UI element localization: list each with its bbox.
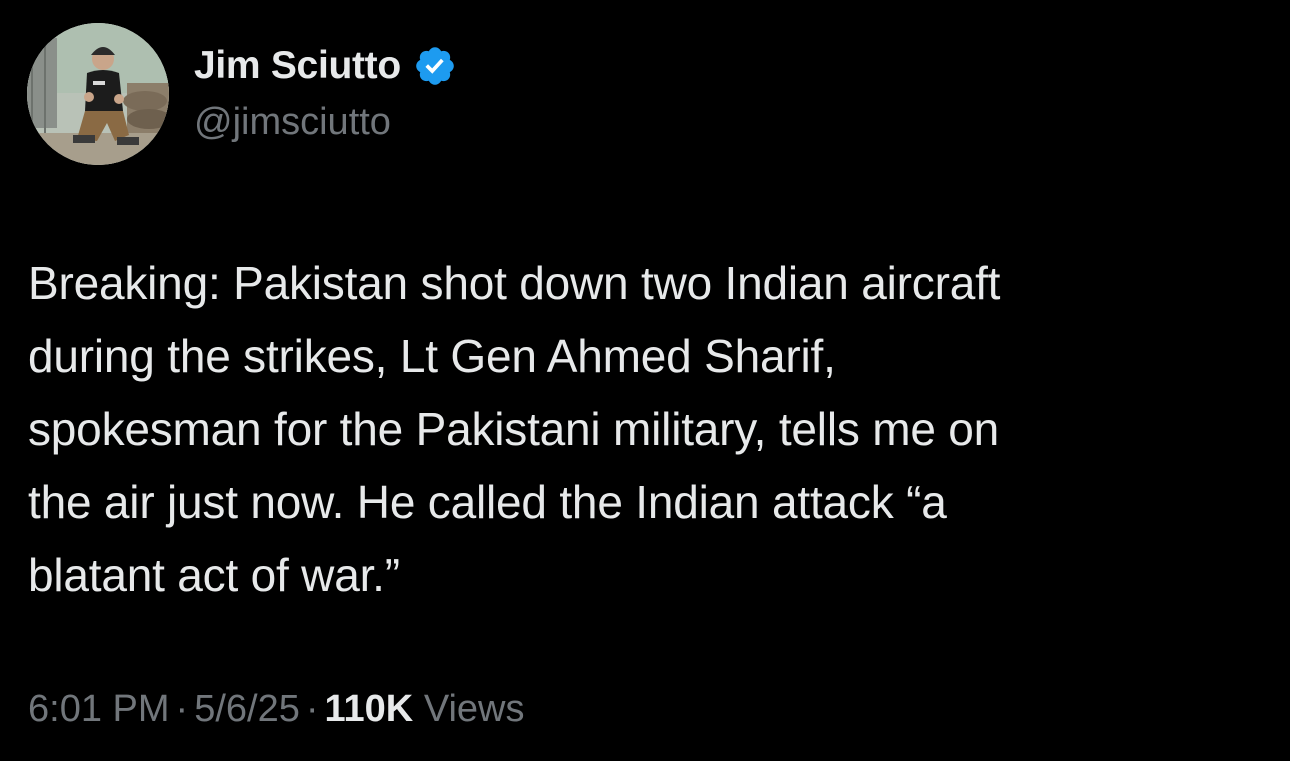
tweet-date[interactable]: 5/6/25 — [194, 688, 300, 730]
author-handle[interactable]: @jimsciutto — [194, 101, 391, 144]
views-label: Views — [423, 688, 525, 730]
display-name[interactable]: Jim Sciutto — [194, 44, 401, 88]
avatar[interactable] — [27, 23, 169, 165]
tweet-meta: 6:01 PM · 5/6/25 · 110K Views — [28, 688, 525, 731]
verified-badge-icon[interactable] — [413, 44, 457, 88]
meta-separator: · — [175, 688, 189, 730]
tweet-text: Breaking: Pakistan shot down two Indian … — [28, 257, 1001, 601]
meta-separator: · — [305, 688, 319, 730]
views-count[interactable]: 110K — [325, 688, 414, 730]
tweet-time[interactable]: 6:01 PM — [28, 688, 170, 730]
tweet: Jim Sciutto @jimsciutto Breaking: Pakist… — [0, 0, 1290, 761]
profile-photo-icon — [27, 23, 169, 165]
author-name-row: Jim Sciutto — [194, 40, 457, 92]
